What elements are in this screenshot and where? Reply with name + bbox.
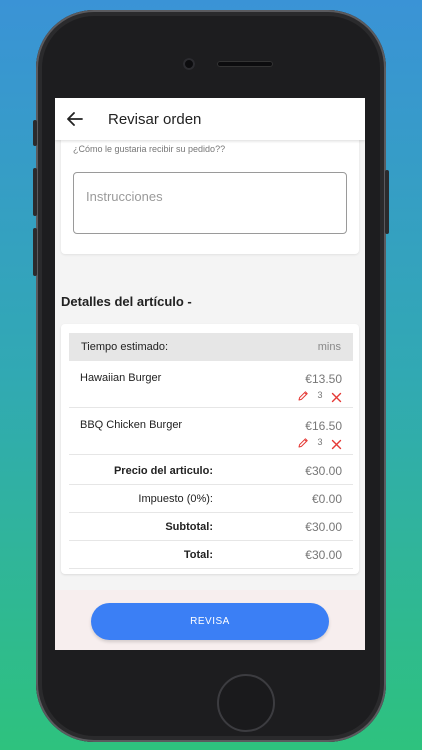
app-bar: Revisar orden	[55, 98, 365, 140]
item-name: BBQ Chicken Burger	[80, 419, 183, 431]
order-item: BBQ Chicken Burger €16.50 3	[69, 409, 353, 455]
total-label: Total:	[183, 549, 213, 561]
delivery-card: ¿Cómo le gustaria recibir su pedido?? In…	[61, 130, 359, 254]
total-value: €30.00	[305, 464, 342, 478]
front-camera	[183, 58, 195, 70]
estimated-time-value: mins	[317, 341, 341, 353]
item-price: €13.50	[305, 372, 342, 386]
estimated-time-row: Tiempo estimado: mins	[69, 333, 353, 361]
total-label: Precio del articulo:	[113, 465, 213, 477]
volume-down-button	[33, 228, 37, 276]
pencil-icon[interactable]	[297, 436, 309, 448]
item-name: Hawaiian Burger	[80, 372, 162, 384]
item-price-total-row: Precio del articulo: €30.00	[69, 457, 353, 485]
power-button	[385, 170, 389, 234]
estimated-time-label: Tiempo estimado:	[81, 341, 169, 353]
total-label: Impuesto (0%):	[138, 493, 213, 505]
order-item: Hawaiian Burger €13.50 3	[69, 362, 353, 408]
close-icon[interactable]	[331, 437, 342, 449]
subtotal-row: Subtotal: €30.00	[69, 513, 353, 541]
page-title: Revisar orden	[108, 110, 202, 128]
bottom-action-bar: REVISA	[55, 590, 365, 650]
item-controls: 3	[297, 436, 342, 449]
revisa-button[interactable]: REVISA	[91, 603, 329, 640]
item-controls: 3	[297, 389, 342, 402]
item-price: €16.50	[305, 419, 342, 433]
grand-total-row: Total: €30.00	[69, 541, 353, 569]
total-label: Subtotal:	[165, 521, 213, 533]
arrow-left-icon[interactable]	[55, 98, 95, 140]
instructions-field[interactable]: Instrucciones	[73, 172, 347, 234]
total-value: €30.00	[305, 520, 342, 534]
home-button[interactable]	[217, 674, 275, 732]
tax-row: Impuesto (0%): €0.00	[69, 485, 353, 513]
pencil-icon[interactable]	[297, 389, 309, 401]
close-icon[interactable]	[331, 390, 342, 402]
volume-up-button	[33, 168, 37, 216]
total-value: €0.00	[311, 492, 342, 506]
mute-switch	[33, 120, 37, 146]
section-title: Detalles del artículo -	[61, 294, 192, 309]
item-quantity: 3	[317, 437, 323, 447]
item-quantity: 3	[317, 390, 323, 400]
earpiece-speaker	[217, 61, 273, 67]
order-details-card: Tiempo estimado: mins Hawaiian Burger €1…	[61, 324, 359, 574]
delivery-question: ¿Cómo le gustaria recibir su pedido??	[73, 144, 226, 154]
total-value: €30.00	[305, 548, 342, 562]
app-screen: Revisar orden ¿Cómo le gustaria recibir …	[55, 98, 365, 650]
